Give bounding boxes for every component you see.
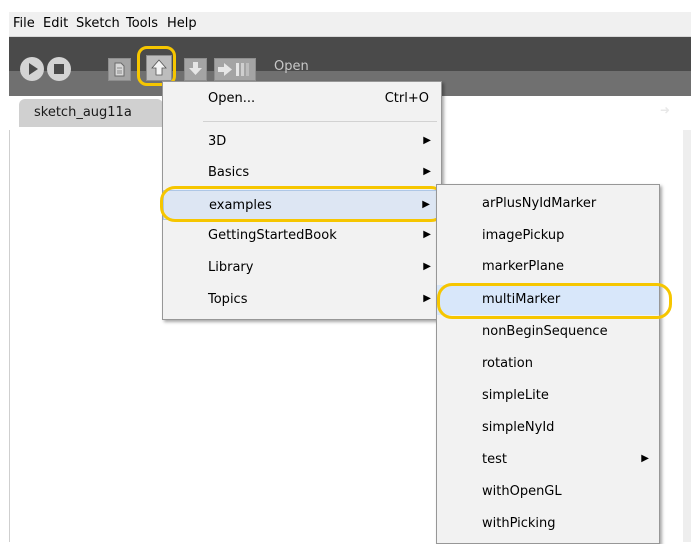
run-button[interactable]	[20, 57, 44, 81]
menu-item-label: Library	[208, 260, 254, 275]
toolbar-status-label: Open	[274, 59, 309, 74]
submenu-item-label: rotation	[482, 356, 533, 371]
editor-scrollbar[interactable]	[683, 130, 691, 542]
submenu-item-label: nonBeginSequence	[482, 324, 608, 339]
submenu-arrow-icon: ▶	[422, 199, 430, 210]
new-file-icon	[114, 62, 125, 77]
play-icon	[29, 63, 38, 75]
submenu-item-nonbeginsequence[interactable]: nonBeginSequence	[437, 317, 659, 347]
submenu-item-label: multiMarker	[482, 292, 561, 307]
stop-button[interactable]	[47, 57, 71, 81]
submenu-item-label: withPicking	[482, 516, 556, 531]
up-arrow-icon	[151, 59, 167, 76]
submenu-item-withpicking[interactable]: withPicking	[437, 509, 659, 539]
submenu-arrow-icon: ▶	[423, 261, 431, 272]
submenu-item-rotation[interactable]: rotation	[437, 349, 659, 379]
menu-item-open[interactable]: Open... Ctrl+O	[163, 84, 441, 114]
down-arrow-icon	[189, 62, 202, 75]
submenu-item-simplelite[interactable]: simpleLite	[437, 381, 659, 411]
submenu-item-label: markerPlane	[482, 259, 565, 274]
menu-item-label: Basics	[208, 165, 250, 180]
submenu-item-multimarker[interactable]: multiMarker	[437, 285, 659, 315]
open-button[interactable]	[146, 55, 172, 81]
menu-item-label: examples	[209, 198, 272, 213]
menu-separator	[203, 121, 437, 122]
submenu-item-arplusnyidmarker[interactable]: arPlusNyIdMarker	[437, 189, 659, 219]
menu-file[interactable]: File	[13, 16, 35, 31]
export-button[interactable]	[214, 58, 256, 81]
menu-item-label: GettingStartedBook	[208, 228, 337, 243]
submenu-item-label: withOpenGL	[482, 484, 562, 499]
menu-help[interactable]: Help	[167, 16, 197, 31]
menu-item-library[interactable]: Library ▶	[163, 253, 441, 283]
submenu-item-simplenyid[interactable]: simpleNyId	[437, 413, 659, 443]
new-button[interactable]	[108, 58, 131, 81]
menu-tools[interactable]: Tools	[126, 16, 158, 31]
submenu-item-label: imagePickup	[482, 228, 565, 243]
submenu-item-imagepickup[interactable]: imagePickup	[437, 221, 659, 251]
submenu-item-markerplane[interactable]: markerPlane	[437, 252, 659, 282]
submenu-item-label: test	[482, 452, 507, 467]
submenu-arrow-icon: ▶	[423, 166, 431, 177]
submenu-item-label: arPlusNyIdMarker	[482, 196, 597, 211]
menu-sketch[interactable]: Sketch	[76, 16, 120, 31]
menu-item-basics[interactable]: Basics ▶	[163, 158, 441, 188]
menu-item-gettingstartedbook[interactable]: GettingStartedBook ▶	[163, 221, 441, 251]
menu-item-3d[interactable]: 3D ▶	[163, 127, 441, 157]
submenu-arrow-icon: ▶	[423, 135, 431, 146]
submenu-item-label: simpleNyId	[482, 420, 555, 435]
open-menu: Open... Ctrl+O 3D ▶ Basics ▶ examples ▶ …	[162, 81, 442, 320]
menu-item-open-label: Open...	[208, 91, 256, 106]
examples-submenu: arPlusNyIdMarker imagePickup markerPlane…	[436, 184, 660, 544]
menu-edit[interactable]: Edit	[43, 16, 68, 31]
submenu-arrow-icon: ▶	[423, 293, 431, 304]
stop-icon	[54, 64, 64, 74]
submenu-item-test[interactable]: test ▶	[437, 445, 659, 475]
submenu-arrow-icon: ▶	[423, 229, 431, 240]
tab-label: sketch_aug11a	[34, 105, 132, 120]
submenu-arrow-icon: ▶	[641, 453, 649, 464]
tab-sketch[interactable]: sketch_aug11a	[19, 99, 163, 127]
menu-item-open-shortcut: Ctrl+O	[384, 91, 429, 106]
submenu-item-label: simpleLite	[482, 388, 549, 403]
export-arrow-icon	[218, 63, 249, 76]
submenu-item-withopengl[interactable]: withOpenGL	[437, 477, 659, 507]
menu-item-label: Topics	[208, 292, 248, 307]
menu-item-examples[interactable]: examples ▶	[163, 190, 441, 220]
tab-menu-arrow-icon[interactable]: ➜	[654, 100, 676, 120]
menu-item-label: 3D	[208, 134, 227, 149]
save-button[interactable]	[184, 58, 207, 81]
menu-item-topics[interactable]: Topics ▶	[163, 285, 441, 315]
menu-bar: File Edit Sketch Tools Help	[9, 12, 691, 37]
